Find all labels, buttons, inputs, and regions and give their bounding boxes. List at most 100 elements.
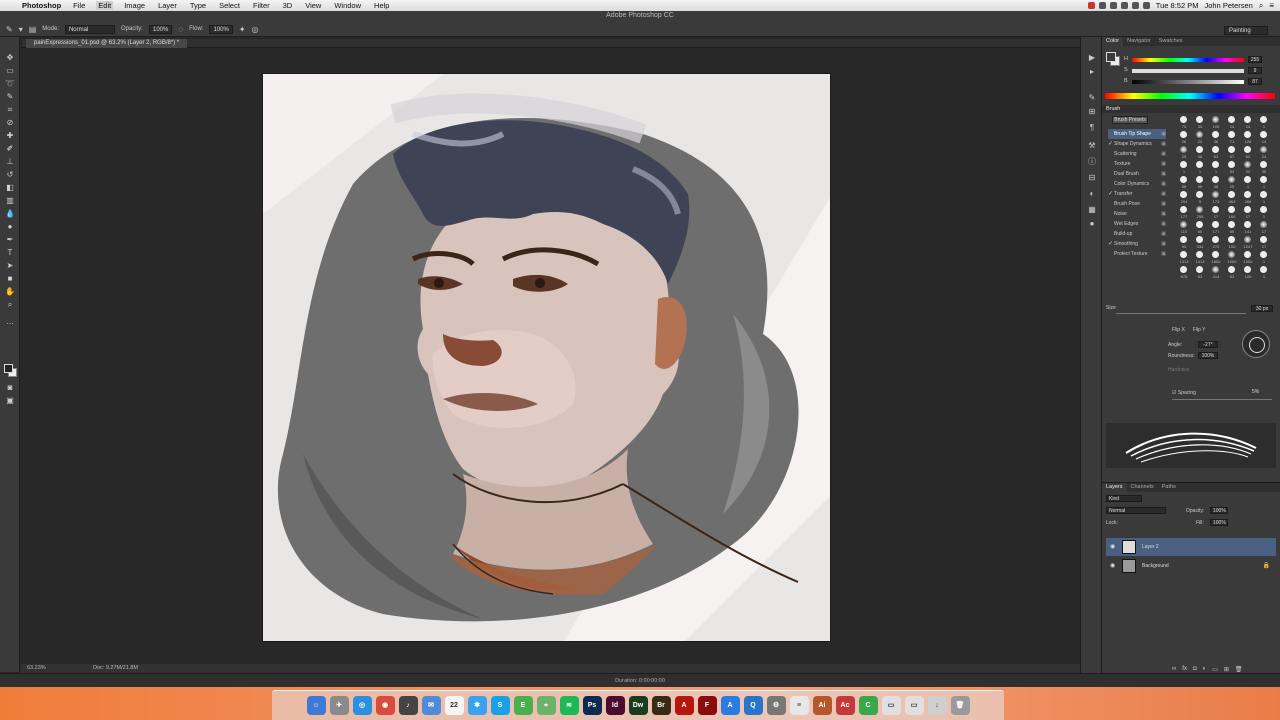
quicktime-icon[interactable]: Q xyxy=(743,696,763,715)
brush-tip[interactable]: 275 xyxy=(1208,235,1224,250)
brush-panel-icon[interactable]: ✎ xyxy=(1087,93,1097,103)
evernote-icon[interactable]: E xyxy=(513,696,533,715)
brush-tip[interactable]: 5 xyxy=(1192,190,1208,205)
layer-filter-kind[interactable]: Kind xyxy=(1106,495,1142,502)
new-group-icon[interactable]: ▭ xyxy=(1212,666,1218,673)
menu-file[interactable]: File xyxy=(71,1,87,10)
brush-tip[interactable]: 1 xyxy=(1192,160,1208,175)
brush-option-row[interactable]: Protect Texture ▣ xyxy=(1108,249,1166,259)
brush-tip[interactable]: 53 xyxy=(1224,265,1240,280)
safari-icon[interactable]: ◎ xyxy=(352,696,372,715)
tab-swatches[interactable]: Swatches xyxy=(1155,37,1187,46)
brush-tip[interactable]: 17 xyxy=(1240,205,1256,220)
mail-icon[interactable]: ✉ xyxy=(421,696,441,715)
menu-clock[interactable]: Tue 8:52 PM xyxy=(1156,1,1199,10)
styles-panel-icon[interactable]: ▦ xyxy=(1087,205,1097,215)
more-tools-icon[interactable]: … xyxy=(4,317,16,327)
brush-tip[interactable]: 1 xyxy=(1240,175,1256,190)
menu-help[interactable]: Help xyxy=(372,1,391,10)
canvas-area[interactable] xyxy=(21,48,1080,662)
brush-tip[interactable]: 57 xyxy=(1224,145,1240,160)
messages-icon[interactable]: ✱ xyxy=(467,696,487,715)
tab-color[interactable]: Color xyxy=(1102,37,1124,46)
brush-tip[interactable]: 38 xyxy=(1192,145,1208,160)
brush-tip[interactable]: 1800 xyxy=(1208,250,1224,265)
brush-tip[interactable]: 110 xyxy=(1176,220,1192,235)
flash-icon[interactable]: F xyxy=(697,696,717,715)
brush-tip[interactable]: 59 xyxy=(1224,220,1240,235)
saturation-value[interactable]: 9 xyxy=(1248,67,1262,74)
brush-tip[interactable]: 173 xyxy=(1208,190,1224,205)
lock-icon[interactable]: ▣ xyxy=(1161,219,1166,229)
eraser-tool-icon[interactable]: ◧ xyxy=(4,183,16,193)
tab-layers[interactable]: Layers xyxy=(1102,483,1127,492)
brush-preset-picker-icon[interactable]: ▾ xyxy=(19,25,23,34)
lock-icon[interactable]: ▣ xyxy=(1161,149,1166,159)
brush-tip[interactable]: 177 xyxy=(1208,220,1224,235)
layer-name[interactable]: Layer 2 xyxy=(1142,544,1159,550)
layer-style-icon[interactable]: fx xyxy=(1182,666,1187,673)
brush-tip[interactable]: 1247 xyxy=(1240,235,1256,250)
brush-tip[interactable]: 1313 xyxy=(1176,250,1192,265)
hue-value[interactable]: 255 xyxy=(1248,56,1262,63)
status-app-icon[interactable] xyxy=(1109,2,1117,9)
quick-mask-icon[interactable]: ◙ xyxy=(4,383,16,393)
brush-tip[interactable]: 14 xyxy=(1224,115,1240,130)
brush-tip[interactable]: 25 xyxy=(1176,145,1192,160)
brush-tip[interactable]: 65 xyxy=(1192,220,1208,235)
screen-mode-icon[interactable]: ▣ xyxy=(4,396,16,406)
pen-tool-icon[interactable]: ✒ xyxy=(4,235,16,245)
quick-selection-tool-icon[interactable]: ✎ xyxy=(4,92,16,102)
brush-option-row[interactable]: Dual Brush ▣ xyxy=(1108,169,1166,179)
textedit-icon[interactable]: ≡ xyxy=(789,696,809,715)
brightness-value[interactable]: 87 xyxy=(1248,78,1262,85)
notes-panel-icon[interactable]: ● xyxy=(1087,219,1097,229)
brush-tip[interactable]: 1 xyxy=(1176,160,1192,175)
brush-tip[interactable]: 36 xyxy=(1208,130,1224,145)
notification-center-icon[interactable]: ≡ xyxy=(1269,1,1274,10)
brush-tip[interactable]: 266 xyxy=(1240,190,1256,205)
menu-filter[interactable]: Filter xyxy=(251,1,272,10)
layer-opacity-field[interactable]: 100% xyxy=(1210,507,1228,514)
delete-layer-icon[interactable]: 🗑 xyxy=(1235,666,1243,673)
tab-navigator[interactable]: Navigator xyxy=(1123,37,1155,46)
status-app-icon[interactable] xyxy=(1120,2,1128,9)
brush-tip[interactable]: 58 xyxy=(1176,175,1192,190)
brush-option-checkbox[interactable]: ✓ xyxy=(1108,189,1113,199)
opacity-field[interactable]: 100% xyxy=(148,24,173,34)
chrome-icon[interactable]: ◉ xyxy=(375,696,395,715)
healing-tool-icon[interactable]: ✚ xyxy=(4,131,16,141)
brush-tip[interactable]: 54 xyxy=(1224,160,1240,175)
menu-window[interactable]: Window xyxy=(332,1,363,10)
lock-icon[interactable]: ▣ xyxy=(1161,179,1166,189)
blend-mode-select[interactable]: Normal xyxy=(1106,507,1166,514)
blur-tool-icon[interactable]: 💧 xyxy=(4,209,16,219)
finder-icon[interactable]: ☺ xyxy=(306,696,326,715)
history-brush-tool-icon[interactable]: ↺ xyxy=(4,170,16,180)
brush-tool-icon[interactable]: ✐ xyxy=(4,144,16,154)
clone-stamp-tool-icon[interactable]: ⊥ xyxy=(4,157,16,167)
brush-tip[interactable]: 17 xyxy=(1208,205,1224,220)
brush-tip[interactable]: 22 xyxy=(1240,160,1256,175)
brush-option-row[interactable]: Brush Tip Shape ▣ xyxy=(1108,129,1166,139)
lock-icon[interactable]: ▣ xyxy=(1161,239,1166,249)
flip-x-checkbox[interactable]: Flip X xyxy=(1172,327,1185,333)
adobe-app-icon[interactable]: Ac xyxy=(835,696,855,715)
fill-field[interactable]: 100% xyxy=(1210,519,1228,526)
eyedropper-tool-icon[interactable]: ⊘ xyxy=(4,118,16,128)
brush-option-checkbox[interactable]: ✓ xyxy=(1108,139,1113,149)
type-tool-icon[interactable]: T xyxy=(4,248,16,258)
layer-row[interactable]: ◉ Background 🔒 xyxy=(1106,557,1276,575)
document-canvas[interactable] xyxy=(262,73,831,642)
brush-option-checkbox[interactable]: ✓ xyxy=(1108,239,1113,249)
brush-angle-widget[interactable] xyxy=(1242,330,1270,358)
brush-tip[interactable]: 30 xyxy=(1192,115,1208,130)
menu-user[interactable]: John Petersen xyxy=(1204,1,1252,10)
brush-tip[interactable]: 1 xyxy=(1208,160,1224,175)
tab-paths[interactable]: Paths xyxy=(1158,483,1180,492)
adjustment-layer-icon[interactable]: ◐ xyxy=(1203,666,1207,673)
brush-option-row[interactable]: Scattering ▣ xyxy=(1108,149,1166,159)
acrobat-icon[interactable]: A xyxy=(674,696,694,715)
brush-option-row[interactable]: Texture ▣ xyxy=(1108,159,1166,169)
brush-tip[interactable]: 71 xyxy=(1224,130,1240,145)
